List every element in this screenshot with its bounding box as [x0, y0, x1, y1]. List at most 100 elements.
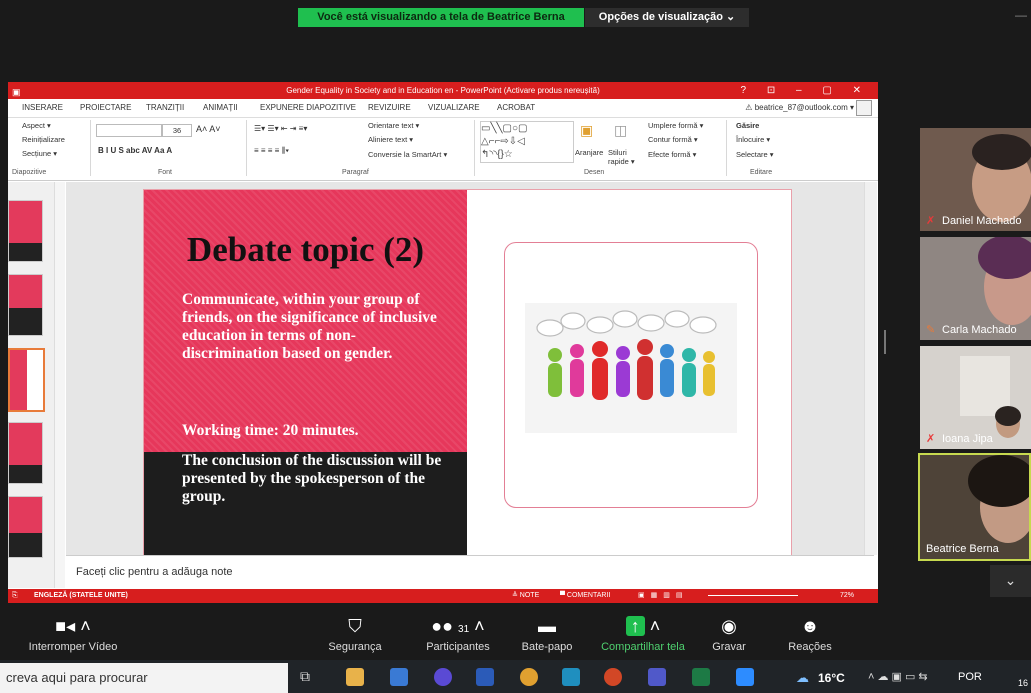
muted-mic-icon: ✗	[926, 215, 936, 227]
select-button[interactable]: Selectare ▾	[736, 150, 774, 159]
chat-button[interactable]: ▬ Bate-papo	[512, 615, 582, 653]
tab-slideshow[interactable]: EXPUNERE DIAPOZITIVE	[260, 103, 356, 112]
store-icon[interactable]	[390, 668, 408, 686]
section-button[interactable]: Secțiune ▾	[22, 149, 57, 158]
text-orientation-button[interactable]: Orientare text ▾	[368, 121, 419, 130]
language-icon: ⎘	[12, 592, 18, 599]
tab-view[interactable]: VIZUALIZARE	[428, 103, 480, 112]
slide-thumbnail[interactable]	[8, 274, 43, 336]
divider	[90, 120, 91, 176]
zoom-app-icon[interactable]	[562, 668, 580, 686]
file-explorer-icon[interactable]	[346, 668, 364, 686]
shape-effects-button[interactable]: Efecte formă ▾	[648, 150, 696, 159]
clock[interactable]: 16	[1018, 678, 1028, 688]
tab-design[interactable]: PROIECTARE	[80, 103, 131, 112]
participant-name: Carla Machado	[942, 324, 1017, 336]
quick-styles-button[interactable]: Stiluri rapide ▾	[608, 148, 642, 166]
tab-acrobat[interactable]: ACROBAT	[497, 103, 535, 112]
status-language[interactable]: ENGLEZĂ (STATELE UNITE)	[34, 589, 128, 603]
arrange-button[interactable]: Aranjare	[575, 148, 603, 157]
excel-icon[interactable]	[692, 668, 710, 686]
zoom-level[interactable]: 72%	[840, 589, 854, 603]
chevron-down-icon[interactable]: ⌄	[990, 565, 1031, 597]
slide-thumbnail-active[interactable]	[8, 348, 45, 412]
participants-icon: ●● 31 ˄	[431, 616, 485, 636]
group-paragraph-label: Paragraf	[342, 169, 369, 176]
participant-tile[interactable]: ✗ Daniel Machado	[920, 128, 1031, 231]
screen-share-banner: Você está visualizando a tela de Beatric…	[298, 8, 584, 27]
minimize-button[interactable]: —	[1015, 8, 1027, 22]
list-icons[interactable]: ☰▾ ☰▾ ⇤ ⇥ ≡▾	[254, 124, 307, 133]
panel-resize-handle[interactable]	[884, 330, 886, 354]
shape-outline-button[interactable]: Contur formă ▾	[648, 135, 698, 144]
shapes-gallery[interactable]: ▭╲╲▢○▢ △⌐⌐⇨⇩◁ ↰◝◝{}☆	[480, 121, 574, 163]
window-controls[interactable]: ? ⊡ – ▢ ✕	[741, 82, 870, 99]
security-button[interactable]: ⛉ Segurança	[320, 615, 390, 653]
find-button[interactable]: Găsire	[736, 121, 759, 130]
thumbnail-scrollbar[interactable]	[54, 182, 65, 588]
ribbon: Aspect ▾ Reinițializare Secțiune ▾ Diapo…	[8, 118, 878, 181]
slide-scrollbar[interactable]	[864, 182, 877, 555]
zoom-toolbar: ■◂ ˄ Interromper Vídeo ⛉ Segurança ●● 31 ˄…	[0, 607, 1031, 660]
davinci-icon[interactable]	[434, 668, 452, 686]
group-slides-label: Diapozitive	[12, 169, 47, 176]
share-arrow-icon: ↑ ˄	[588, 615, 698, 637]
quick-styles-icon[interactable]: ◫	[614, 122, 627, 139]
powerpoint-window: ▣ Gender Equality in Society and in Educ…	[8, 82, 878, 603]
font-name-box[interactable]	[96, 124, 162, 137]
tray-icons[interactable]: ˄ ☁ ▣ ▭ ⇆	[868, 670, 928, 683]
smartart-button[interactable]: Conversie la SmartArt ▾	[368, 150, 447, 159]
arrange-icon[interactable]: ▣	[580, 122, 593, 139]
reactions-button[interactable]: ☻ Reações	[778, 615, 842, 653]
tab-review[interactable]: REVIZUIRE	[368, 103, 411, 112]
replace-button[interactable]: Înlocuire ▾	[736, 135, 770, 144]
divider	[726, 120, 727, 176]
font-format-icons[interactable]: B I U S abc AV Aa A	[98, 146, 172, 155]
shape-fill-button[interactable]: Umplere formă ▾	[648, 121, 703, 130]
participant-count: 31	[458, 624, 470, 635]
account-label[interactable]: ⚠ beatrice_87@outlook.com ▾	[745, 103, 854, 112]
divider	[246, 120, 247, 176]
notes-pane[interactable]: Faceți clic pentru a adăuga note	[66, 555, 874, 589]
align-text-button[interactable]: Aliniere text ▾	[368, 135, 413, 144]
word-icon[interactable]	[476, 668, 494, 686]
participant-name: Ioana Jipa	[942, 433, 993, 445]
view-options-button[interactable]: Opções de visualização ⌄	[585, 8, 749, 27]
font-size-box[interactable]: 36	[162, 124, 192, 137]
slide-image-frame	[504, 242, 758, 508]
input-language[interactable]: POR	[958, 671, 982, 683]
weather-temp[interactable]: 16°C	[818, 671, 845, 685]
share-screen-button[interactable]: ↑ ˄ Compartilhar tela	[588, 615, 698, 653]
record-icon: ◉	[721, 616, 737, 636]
chrome-icon[interactable]	[520, 668, 538, 686]
view-mode-icons[interactable]: ▣▦▥▤	[638, 589, 688, 603]
participant-tile[interactable]: ✗ Ioana Jipa	[920, 346, 1031, 449]
reset-button[interactable]: Reinițializare	[22, 135, 65, 144]
participants-button[interactable]: ●● 31 ˄ Participantes	[410, 615, 506, 653]
slide-thumbnail[interactable]	[8, 200, 43, 262]
ppt-status-bar: ⎘ ENGLEZĂ (STATELE UNITE) ≜ NOTE ▀ COMEN…	[8, 589, 878, 603]
tab-transitions[interactable]: TRANZIȚII	[146, 103, 184, 112]
comments-toggle[interactable]: ▀ COMENTARII	[560, 589, 610, 603]
record-button[interactable]: ◉ Gravar	[704, 615, 754, 653]
font-grow-icon[interactable]: A˄ A˅	[196, 124, 221, 134]
powerpoint-icon[interactable]	[604, 668, 622, 686]
account-avatar-icon[interactable]	[856, 100, 872, 116]
notes-toggle[interactable]: ≜ NOTE	[512, 589, 539, 603]
taskbar-search-input[interactable]: creva aqui para procurar	[0, 663, 288, 693]
stop-video-button[interactable]: ■◂ ˄ Interromper Vídeo	[18, 615, 128, 653]
aspect-button[interactable]: Aspect ▾	[22, 121, 51, 130]
zoom-meetings-icon[interactable]	[736, 668, 754, 686]
task-view-icon[interactable]: ⧉	[300, 668, 310, 685]
tab-insert[interactable]: INSERARE	[22, 103, 63, 112]
tab-animations[interactable]: ANIMAȚII	[203, 103, 238, 112]
current-slide[interactable]: Debate topic (2) Communicate, within you…	[143, 189, 792, 556]
slide-thumbnail[interactable]	[8, 496, 43, 558]
participant-tile[interactable]: ✎ Carla Machado	[920, 237, 1031, 340]
slide-thumbnail[interactable]	[8, 422, 43, 484]
video-camera-icon: ■◂ ˄	[55, 616, 91, 636]
zoom-slider[interactable]	[708, 595, 798, 596]
align-icons[interactable]: ≡ ≡ ≡ ≡ ⫼▾	[254, 146, 289, 156]
teams-icon[interactable]	[648, 668, 666, 686]
participant-tile-active[interactable]: Beatrice Berna	[918, 453, 1031, 561]
